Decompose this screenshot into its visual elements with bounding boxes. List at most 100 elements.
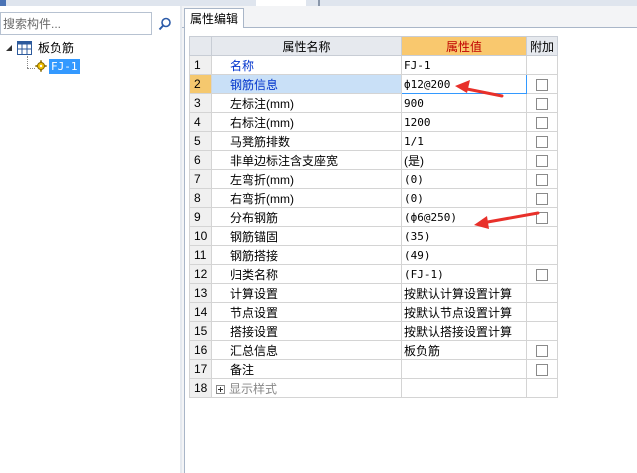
property-value[interactable]: (ф6@250) — [401, 207, 527, 227]
property-name: 钢筋锚固 — [211, 226, 402, 246]
property-name: 分布钢筋 — [211, 207, 402, 227]
extra-cell — [526, 74, 558, 94]
property-panel: 属性编辑 属性名称 属性值 附加 1 名称 FJ-1 2 钢筋信息 ф12@200 3 左标注… — [182, 6, 637, 473]
property-row[interactable]: 11 钢筋搭接 (49) — [189, 245, 558, 265]
extra-checkbox[interactable] — [536, 135, 548, 148]
extra-cell — [526, 378, 558, 398]
property-value[interactable]: 900 — [401, 93, 527, 113]
search-input[interactable] — [1, 13, 151, 34]
property-name: 汇总信息 — [211, 340, 402, 360]
property-name: 搭接设置 — [211, 321, 402, 341]
extra-cell — [526, 112, 558, 132]
extra-checkbox[interactable] — [536, 268, 548, 281]
property-name: 节点设置 — [211, 302, 402, 322]
property-value[interactable]: (35) — [401, 226, 527, 246]
extra-cell — [526, 188, 558, 208]
group-row[interactable]: 18 显示样式 — [189, 378, 558, 398]
property-row[interactable]: 16 汇总信息 板负筋 — [189, 340, 558, 360]
property-row[interactable]: 15 搭接设置 按默认搭接设置计算 — [189, 321, 558, 341]
property-row[interactable]: 8 右弯折(mm) (0) — [189, 188, 558, 208]
property-row[interactable]: 2 钢筋信息 ф12@200 — [189, 74, 558, 94]
property-value[interactable]: FJ-1 — [401, 55, 527, 75]
property-row[interactable]: 12 归类名称 (FJ-1) — [189, 264, 558, 284]
property-row[interactable]: 5 马凳筋排数 1/1 — [189, 131, 558, 151]
property-name: 钢筋搭接 — [211, 245, 402, 265]
extra-checkbox[interactable] — [536, 116, 548, 129]
tree-node-child[interactable]: FJ-1 — [35, 58, 80, 74]
property-row[interactable]: 6 非单边标注含支座宽 (是) — [189, 150, 558, 170]
row-number: 14 — [189, 302, 212, 322]
column-header-value[interactable]: 属性值 — [401, 36, 527, 56]
row-number: 13 — [189, 283, 212, 303]
property-row[interactable]: 9 分布钢筋 (ф6@250) — [189, 207, 558, 227]
extra-cell — [526, 359, 558, 379]
extra-checkbox[interactable] — [536, 154, 548, 167]
property-name: 马凳筋排数 — [211, 131, 402, 151]
tab-property-edit[interactable]: 属性编辑 — [184, 8, 244, 28]
row-number: 11 — [189, 245, 212, 265]
extra-checkbox[interactable] — [536, 192, 548, 205]
component-tree-panel: 板负筋 FJ-1 — [0, 6, 180, 473]
extra-cell — [526, 302, 558, 322]
property-row[interactable]: 1 名称 FJ-1 — [189, 55, 558, 75]
property-value[interactable]: 按默认节点设置计算 — [401, 302, 527, 322]
search-icon — [158, 17, 171, 30]
tree-node-root[interactable]: 板负筋 — [4, 40, 76, 56]
search-button[interactable] — [154, 12, 176, 35]
property-name: 计算设置 — [211, 283, 402, 303]
property-name: 右标注(mm) — [211, 112, 402, 132]
extra-checkbox[interactable] — [536, 363, 548, 376]
extra-checkbox[interactable] — [536, 211, 548, 224]
extra-cell — [526, 245, 558, 265]
property-value[interactable]: 1/1 — [401, 131, 527, 151]
row-number: 17 — [189, 359, 212, 379]
extra-checkbox[interactable] — [536, 97, 548, 110]
property-row[interactable]: 7 左弯折(mm) (0) — [189, 169, 558, 189]
property-row[interactable]: 17 备注 — [189, 359, 558, 379]
property-name: 非单边标注含支座宽 — [211, 150, 402, 170]
property-value[interactable]: (FJ-1) — [401, 264, 527, 284]
property-name: 备注 — [211, 359, 402, 379]
corner-cell — [189, 36, 212, 56]
property-value[interactable]: (是) — [401, 150, 527, 170]
property-grid-area: 属性名称 属性值 附加 1 名称 FJ-1 2 钢筋信息 ф12@200 3 左标注(mm) 9… — [184, 28, 637, 473]
property-row[interactable]: 10 钢筋锚固 (35) — [189, 226, 558, 246]
row-number: 8 — [189, 188, 212, 208]
extra-cell — [526, 55, 558, 75]
collapse-triangle-icon[interactable] — [4, 44, 13, 53]
property-row[interactable]: 13 计算设置 按默认计算设置计算 — [189, 283, 558, 303]
column-header-name[interactable]: 属性名称 — [211, 36, 402, 56]
grid-icon — [17, 41, 32, 55]
property-value[interactable]: 1200 — [401, 112, 527, 132]
property-value[interactable]: 按默认搭接设置计算 — [401, 321, 527, 341]
property-row[interactable]: 4 右标注(mm) 1200 — [189, 112, 558, 132]
extra-checkbox[interactable] — [536, 344, 548, 357]
property-value[interactable] — [401, 359, 527, 379]
extra-cell — [526, 283, 558, 303]
property-value[interactable]: (0) — [401, 169, 527, 189]
tree-node-root-label: 板负筋 — [38, 40, 75, 55]
property-value[interactable]: (49) — [401, 245, 527, 265]
property-value[interactable]: ф12@200 — [401, 74, 527, 94]
grid-header-row: 属性名称 属性值 附加 — [189, 36, 558, 56]
row-number: 16 — [189, 340, 212, 360]
property-name: 名称 — [211, 55, 402, 75]
property-row[interactable]: 3 左标注(mm) 900 — [189, 93, 558, 113]
extra-cell — [526, 169, 558, 189]
extra-checkbox[interactable] — [536, 78, 548, 91]
expand-plus-icon[interactable] — [216, 384, 225, 394]
row-number: 3 — [189, 93, 212, 113]
property-value[interactable]: 板负筋 — [401, 340, 527, 360]
row-number: 7 — [189, 169, 212, 189]
row-number: 12 — [189, 264, 212, 284]
column-header-extra[interactable]: 附加 — [526, 36, 558, 56]
property-value[interactable]: 按默认计算设置计算 — [401, 283, 527, 303]
extra-cell — [526, 131, 558, 151]
extra-checkbox[interactable] — [536, 173, 548, 186]
extra-cell — [526, 150, 558, 170]
property-row[interactable]: 14 节点设置 按默认节点设置计算 — [189, 302, 558, 322]
row-number: 5 — [189, 131, 212, 151]
gear-icon — [35, 60, 47, 72]
extra-cell — [526, 93, 558, 113]
property-value[interactable]: (0) — [401, 188, 527, 208]
